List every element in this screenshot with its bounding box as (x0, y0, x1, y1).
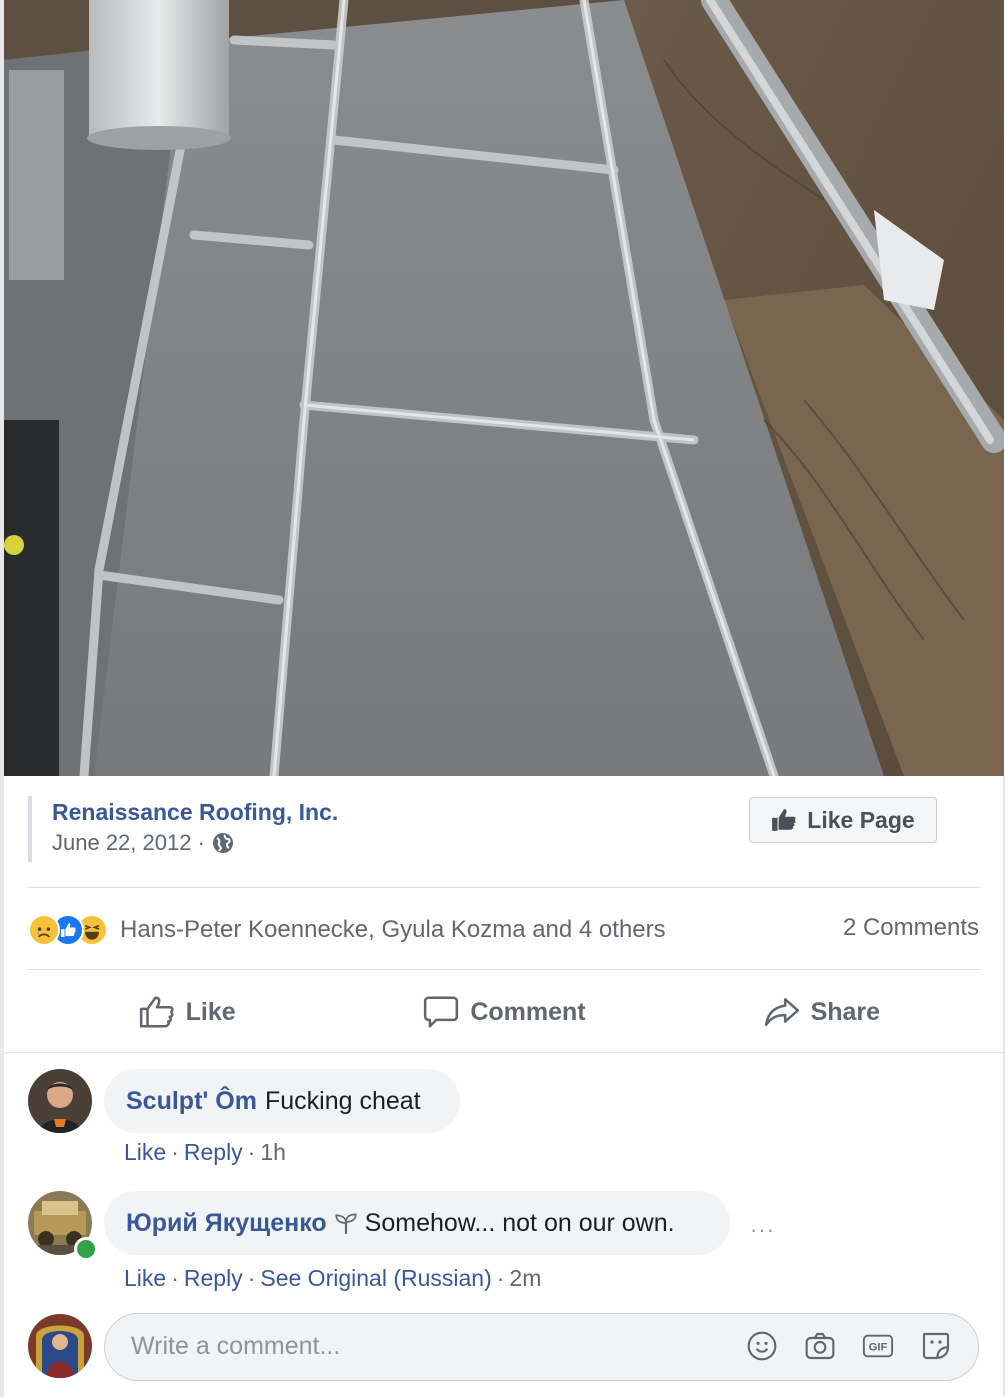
post-date-row: June 22, 2012 · (52, 828, 338, 858)
user-avatar-image (28, 1069, 92, 1133)
reactions-summary[interactable]: Hans-Peter Koennecke, Gyula Kozma and 4 … (28, 910, 666, 950)
comment-reply-link[interactable]: Reply (184, 1265, 243, 1291)
reaction-icons (28, 914, 108, 946)
share-button[interactable]: Share (663, 986, 980, 1038)
roof-welded-seams-image (4, 0, 1004, 776)
comment-input-placeholder[interactable]: Write a comment... (131, 1332, 340, 1361)
comment-composer[interactable]: Write a comment... GIF (104, 1313, 979, 1381)
comment-like-link[interactable]: Like (124, 1265, 166, 1291)
sticker-icon (922, 1332, 950, 1360)
sticker-button[interactable] (920, 1328, 952, 1364)
comment-bubble: Sculpt' Ôm Fucking cheat (104, 1069, 460, 1133)
camera-icon (805, 1332, 835, 1360)
post-header: Renaissance Roofing, Inc. June 22, 2012 … (28, 796, 338, 862)
sad-reaction-icon (28, 914, 60, 946)
divider (28, 887, 980, 888)
online-status-indicator (74, 1237, 98, 1261)
page-name-link[interactable]: Renaissance Roofing, Inc. (52, 796, 338, 828)
like-button[interactable]: Like (28, 986, 345, 1038)
more-options-icon[interactable]: ··· (750, 1217, 775, 1243)
comment-reply-link[interactable]: Reply (184, 1139, 243, 1165)
comment-meta: Like · Reply · See Original (Russian) · 2m (124, 1265, 542, 1291)
icon-painting-avatar-image (28, 1314, 92, 1378)
comment-time[interactable]: 2m (509, 1265, 541, 1291)
comment-bubble: Юрий Якущенко Somehow... not on our own. (104, 1191, 730, 1255)
see-original-link[interactable]: See Original (Russian) (260, 1265, 491, 1291)
post-date[interactable]: June 22, 2012 (52, 828, 191, 858)
gif-label: GIF (869, 1342, 888, 1354)
comment-text: Fucking cheat (264, 1086, 421, 1115)
comment-button[interactable]: Comment (345, 986, 662, 1038)
like-page-button[interactable]: Like Page (749, 797, 937, 843)
gif-icon: GIF (862, 1334, 894, 1358)
globe-icon (212, 833, 233, 853)
comment-meta: Like · Reply · 1h (124, 1139, 286, 1165)
like-page-label: Like Page (807, 806, 915, 833)
post-actions: Like Comment Share (28, 986, 980, 1038)
share-arrow-icon (764, 998, 799, 1026)
comment-time[interactable]: 1h (260, 1139, 286, 1165)
comment-like-link[interactable]: Like (124, 1139, 166, 1165)
comments-count-link[interactable]: 2 Comments (843, 914, 979, 942)
gif-button[interactable]: GIF (862, 1328, 894, 1364)
post-photo[interactable] (4, 0, 1004, 776)
comment-text: Somehow... not on our own. (364, 1208, 675, 1237)
comment-author[interactable]: Sculpt' Ôm (126, 1087, 257, 1116)
facebook-post: Renaissance Roofing, Inc. June 22, 2012 … (0, 0, 1005, 1398)
comment-bubble-icon (424, 996, 459, 1028)
avatar[interactable] (28, 1069, 92, 1133)
divider (28, 969, 980, 970)
share-label: Share (810, 997, 881, 1026)
thumbs-up-outline-icon (139, 996, 174, 1028)
thumbs-up-icon (772, 809, 796, 831)
composer-tools: GIF (746, 1328, 952, 1364)
photo-button[interactable] (804, 1328, 836, 1364)
comment-label: Comment (470, 997, 586, 1026)
sprout-icon (335, 1213, 357, 1234)
date-separator: · (197, 830, 205, 855)
comment-author[interactable]: Юрий Якущенко (126, 1209, 327, 1238)
smiley-icon (747, 1331, 777, 1361)
reactors-names[interactable]: Hans-Peter Koennecke, Gyula Kozma and 4 … (120, 916, 666, 944)
emoji-button[interactable] (746, 1328, 778, 1364)
like-label: Like (185, 997, 236, 1026)
current-user-avatar[interactable] (28, 1314, 92, 1378)
